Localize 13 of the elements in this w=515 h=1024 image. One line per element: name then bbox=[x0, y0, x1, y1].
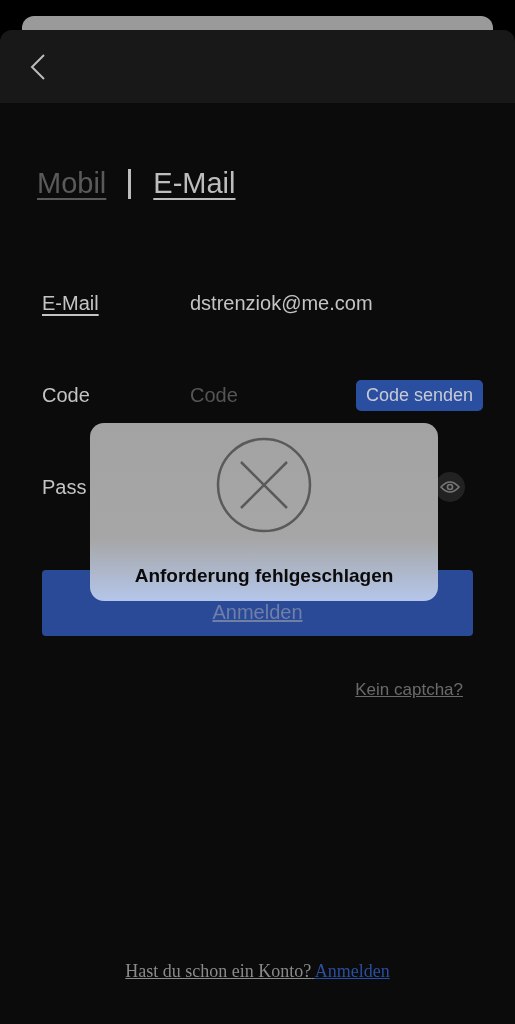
code-field[interactable]: Code bbox=[190, 383, 356, 407]
email-field[interactable]: dstrenziok@me.com bbox=[190, 291, 473, 315]
send-code-button[interactable]: Code senden bbox=[355, 379, 483, 411]
tab[interactable]: E-Mail bbox=[153, 167, 236, 200]
field-label: Code bbox=[42, 383, 91, 407]
login-link[interactable]: Anmelden bbox=[314, 961, 390, 981]
tab[interactable]: Mobil bbox=[37, 167, 107, 200]
no-captcha-link[interactable]: Kein captcha? bbox=[355, 680, 463, 700]
field-label: E-Mail bbox=[42, 291, 100, 315]
footer-text: Hast du schon ein Konto? bbox=[125, 961, 313, 981]
error-icon bbox=[216, 437, 312, 533]
back-icon[interactable] bbox=[30, 52, 46, 81]
field-label: Pass bbox=[42, 475, 88, 499]
